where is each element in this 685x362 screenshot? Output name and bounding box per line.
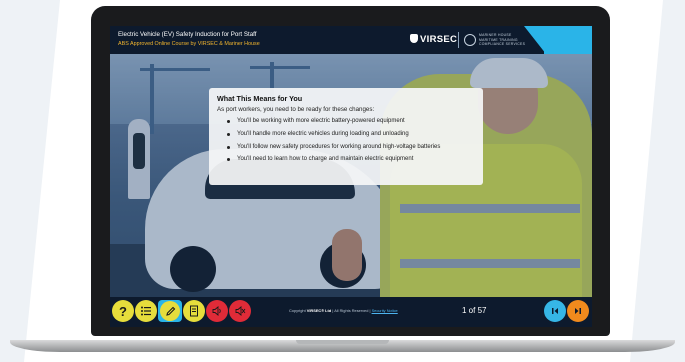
help-button[interactable]: ?	[112, 300, 134, 322]
virsec-logo: VIRSEC	[410, 34, 457, 45]
speaker-mute-icon	[235, 306, 246, 316]
bullet-item: You'll be working with more electric bat…	[223, 115, 440, 128]
bullet-item: You'll follow new safety procedures for …	[223, 141, 440, 154]
copyright-text: Copyright VIRSEC® Ltd | All Rights Reser…	[289, 308, 398, 313]
logo-divider	[458, 32, 459, 48]
course-screen: Electric Vehicle (EV) Safety Induction f…	[110, 26, 592, 327]
pencil-icon	[165, 306, 175, 316]
mute-button[interactable]	[229, 300, 251, 322]
audio-button[interactable]	[206, 300, 228, 322]
brand-name: VIRSEC	[420, 34, 458, 45]
list-icon	[141, 306, 151, 316]
background-shape-right	[630, 0, 685, 362]
last-page-icon	[575, 308, 581, 314]
speaker-icon	[212, 306, 221, 316]
content-intro: As port workers, you need to be ready fo…	[217, 106, 375, 113]
content-panel: What This Means for You As port workers,…	[209, 88, 483, 185]
course-subtitle: ABS Approved Online Course by VIRSEC & M…	[118, 41, 260, 47]
help-icon: ?	[119, 303, 127, 319]
slide-background-photo: What This Means for You As port workers,…	[110, 54, 592, 297]
background-shape-left	[0, 0, 60, 362]
first-page-icon	[552, 308, 558, 314]
last-page-button[interactable]	[567, 300, 589, 322]
company-name: VIRSEC® Ltd	[306, 308, 332, 313]
bullet-list: You'll be working with more electric bat…	[223, 115, 440, 166]
security-notice-link[interactable]: Security Notice	[372, 308, 398, 313]
menu-button[interactable]	[135, 300, 157, 322]
laptop-notch	[296, 340, 389, 344]
header-accent-triangle	[524, 26, 546, 54]
course-title: Electric Vehicle (EV) Safety Induction f…	[118, 31, 257, 38]
mariner-house-emblem	[464, 34, 476, 46]
player-footer: ? Copyright VIRSEC® Ltd | All Rights Res…	[110, 297, 592, 327]
bullet-item: You'll handle more electric vehicles dur…	[223, 128, 440, 141]
page-counter: 1 of 57	[462, 306, 487, 315]
header-accent-block	[544, 26, 592, 54]
course-header: Electric Vehicle (EV) Safety Induction f…	[110, 26, 592, 54]
edit-button[interactable]	[158, 300, 182, 322]
mariner-house-logo: MARINER HOUSE MARITIME TRAINING COMPLIAN…	[479, 33, 526, 46]
content-title: What This Means for You	[217, 94, 303, 103]
first-page-button[interactable]	[544, 300, 566, 322]
document-icon	[190, 305, 198, 317]
bullet-item: You'll need to learn how to charge and m…	[223, 153, 440, 166]
shield-icon	[410, 34, 418, 43]
transcript-button[interactable]	[183, 300, 205, 322]
